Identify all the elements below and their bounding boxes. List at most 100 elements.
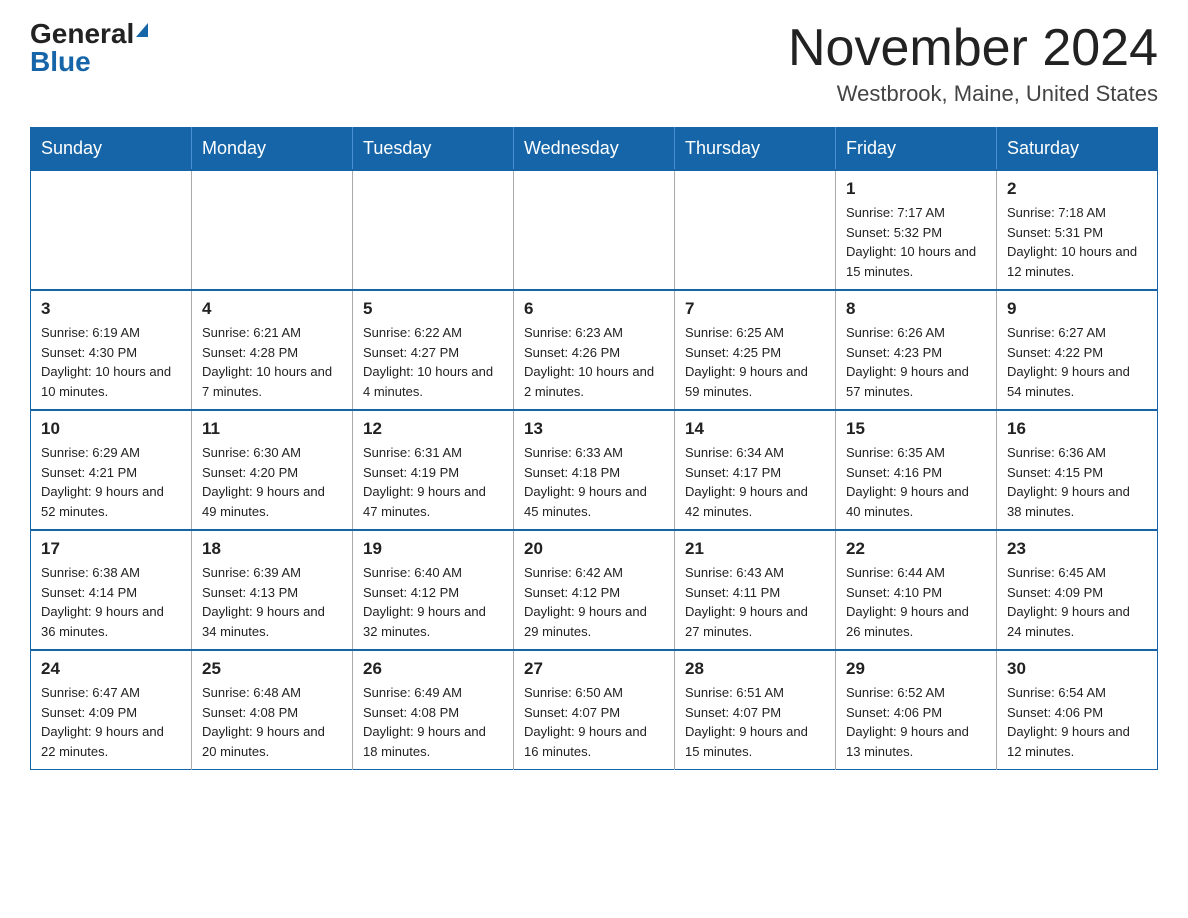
calendar-week-2: 3 Sunrise: 6:19 AMSunset: 4:30 PMDaylight… — [31, 290, 1158, 410]
calendar-cell: 16 Sunrise: 6:36 AMSunset: 4:15 PMDayligh… — [997, 410, 1158, 530]
weekday-header-tuesday: Tuesday — [353, 128, 514, 171]
day-info: Sunrise: 6:26 AMSunset: 4:23 PMDaylight:… — [846, 323, 986, 401]
calendar-cell — [675, 170, 836, 290]
day-info: Sunrise: 6:52 AMSunset: 4:06 PMDaylight:… — [846, 683, 986, 761]
day-number: 18 — [202, 539, 342, 559]
day-info: Sunrise: 6:44 AMSunset: 4:10 PMDaylight:… — [846, 563, 986, 641]
day-info: Sunrise: 6:54 AMSunset: 4:06 PMDaylight:… — [1007, 683, 1147, 761]
day-info: Sunrise: 6:34 AMSunset: 4:17 PMDaylight:… — [685, 443, 825, 521]
day-info: Sunrise: 6:43 AMSunset: 4:11 PMDaylight:… — [685, 563, 825, 641]
calendar-cell: 15 Sunrise: 6:35 AMSunset: 4:16 PMDayligh… — [836, 410, 997, 530]
calendar-week-1: 1 Sunrise: 7:17 AMSunset: 5:32 PMDaylight… — [31, 170, 1158, 290]
day-number: 26 — [363, 659, 503, 679]
day-info: Sunrise: 6:48 AMSunset: 4:08 PMDaylight:… — [202, 683, 342, 761]
logo-blue-text: Blue — [30, 48, 91, 76]
day-number: 22 — [846, 539, 986, 559]
weekday-header-sunday: Sunday — [31, 128, 192, 171]
day-number: 30 — [1007, 659, 1147, 679]
day-number: 4 — [202, 299, 342, 319]
day-info: Sunrise: 6:42 AMSunset: 4:12 PMDaylight:… — [524, 563, 664, 641]
calendar-cell: 13Sunrise: 6:33 AMSunset: 4:18 PMDayligh… — [514, 410, 675, 530]
calendar-cell — [31, 170, 192, 290]
logo: General Blue — [30, 20, 148, 76]
calendar-cell: 29 Sunrise: 6:52 AMSunset: 4:06 PMDayligh… — [836, 650, 997, 770]
day-number: 17 — [41, 539, 181, 559]
calendar-cell: 19 Sunrise: 6:40 AMSunset: 4:12 PMDayligh… — [353, 530, 514, 650]
day-info: Sunrise: 6:50 AMSunset: 4:07 PMDaylight:… — [524, 683, 664, 761]
day-info: Sunrise: 6:35 AMSunset: 4:16 PMDaylight:… — [846, 443, 986, 521]
calendar-cell: 14 Sunrise: 6:34 AMSunset: 4:17 PMDayligh… — [675, 410, 836, 530]
calendar-cell: 11 Sunrise: 6:30 AMSunset: 4:20 PMDayligh… — [192, 410, 353, 530]
page-header: General Blue November 2024 Westbrook, Ma… — [30, 20, 1158, 107]
day-number: 12 — [363, 419, 503, 439]
calendar-cell: 30 Sunrise: 6:54 AMSunset: 4:06 PMDayligh… — [997, 650, 1158, 770]
day-number: 28 — [685, 659, 825, 679]
day-info: Sunrise: 6:19 AMSunset: 4:30 PMDaylight:… — [41, 323, 181, 401]
day-info: Sunrise: 6:22 AMSunset: 4:27 PMDaylight:… — [363, 323, 503, 401]
day-info: Sunrise: 6:38 AMSunset: 4:14 PMDaylight:… — [41, 563, 181, 641]
day-number: 14 — [685, 419, 825, 439]
day-number: 20 — [524, 539, 664, 559]
calendar-cell: 24Sunrise: 6:47 AMSunset: 4:09 PMDayligh… — [31, 650, 192, 770]
weekday-header-saturday: Saturday — [997, 128, 1158, 171]
calendar-cell: 20 Sunrise: 6:42 AMSunset: 4:12 PMDayligh… — [514, 530, 675, 650]
weekday-header-row: SundayMondayTuesdayWednesdayThursdayFrid… — [31, 128, 1158, 171]
day-info: Sunrise: 6:47 AMSunset: 4:09 PMDaylight:… — [41, 683, 181, 761]
day-number: 27 — [524, 659, 664, 679]
calendar-cell: 21 Sunrise: 6:43 AMSunset: 4:11 PMDayligh… — [675, 530, 836, 650]
day-info: Sunrise: 6:40 AMSunset: 4:12 PMDaylight:… — [363, 563, 503, 641]
day-number: 11 — [202, 419, 342, 439]
logo-triangle-icon — [136, 23, 148, 37]
day-info: Sunrise: 6:39 AMSunset: 4:13 PMDaylight:… — [202, 563, 342, 641]
calendar-cell: 22 Sunrise: 6:44 AMSunset: 4:10 PMDayligh… — [836, 530, 997, 650]
calendar-cell: 28 Sunrise: 6:51 AMSunset: 4:07 PMDayligh… — [675, 650, 836, 770]
day-number: 1 — [846, 179, 986, 199]
calendar-cell: 8Sunrise: 6:26 AMSunset: 4:23 PMDaylight… — [836, 290, 997, 410]
calendar-cell: 9 Sunrise: 6:27 AMSunset: 4:22 PMDaylight… — [997, 290, 1158, 410]
calendar-cell: 5Sunrise: 6:22 AMSunset: 4:27 PMDaylight… — [353, 290, 514, 410]
day-number: 3 — [41, 299, 181, 319]
weekday-header-thursday: Thursday — [675, 128, 836, 171]
calendar-cell: 18 Sunrise: 6:39 AMSunset: 4:13 PMDayligh… — [192, 530, 353, 650]
day-number: 19 — [363, 539, 503, 559]
calendar-cell: 17 Sunrise: 6:38 AMSunset: 4:14 PMDayligh… — [31, 530, 192, 650]
calendar-cell: 2 Sunrise: 7:18 AMSunset: 5:31 PMDaylight… — [997, 170, 1158, 290]
calendar-body: 1 Sunrise: 7:17 AMSunset: 5:32 PMDaylight… — [31, 170, 1158, 770]
calendar-week-4: 17 Sunrise: 6:38 AMSunset: 4:14 PMDayligh… — [31, 530, 1158, 650]
day-number: 15 — [846, 419, 986, 439]
logo-general-text: General — [30, 20, 134, 48]
calendar-cell: 4Sunrise: 6:21 AMSunset: 4:28 PMDaylight… — [192, 290, 353, 410]
calendar-cell: 6Sunrise: 6:23 AMSunset: 4:26 PMDaylight… — [514, 290, 675, 410]
day-info: Sunrise: 6:49 AMSunset: 4:08 PMDaylight:… — [363, 683, 503, 761]
calendar-cell: 26 Sunrise: 6:49 AMSunset: 4:08 PMDayligh… — [353, 650, 514, 770]
calendar-cell: 7 Sunrise: 6:25 AMSunset: 4:25 PMDaylight… — [675, 290, 836, 410]
day-number: 7 — [685, 299, 825, 319]
month-title: November 2024 — [788, 20, 1158, 77]
day-number: 9 — [1007, 299, 1147, 319]
day-number: 2 — [1007, 179, 1147, 199]
day-number: 13 — [524, 419, 664, 439]
calendar-cell — [353, 170, 514, 290]
day-info: Sunrise: 6:36 AMSunset: 4:15 PMDaylight:… — [1007, 443, 1147, 521]
calendar-cell: 23Sunrise: 6:45 AMSunset: 4:09 PMDayligh… — [997, 530, 1158, 650]
calendar-cell: 3 Sunrise: 6:19 AMSunset: 4:30 PMDaylight… — [31, 290, 192, 410]
calendar-cell: 25 Sunrise: 6:48 AMSunset: 4:08 PMDayligh… — [192, 650, 353, 770]
day-number: 25 — [202, 659, 342, 679]
calendar-cell: 1 Sunrise: 7:17 AMSunset: 5:32 PMDaylight… — [836, 170, 997, 290]
calendar-cell — [514, 170, 675, 290]
calendar-table: SundayMondayTuesdayWednesdayThursdayFrid… — [30, 127, 1158, 770]
day-info: Sunrise: 7:17 AMSunset: 5:32 PMDaylight:… — [846, 203, 986, 281]
day-number: 23 — [1007, 539, 1147, 559]
location-title: Westbrook, Maine, United States — [788, 81, 1158, 107]
day-number: 16 — [1007, 419, 1147, 439]
day-info: Sunrise: 6:25 AMSunset: 4:25 PMDaylight:… — [685, 323, 825, 401]
calendar-cell: 10Sunrise: 6:29 AMSunset: 4:21 PMDayligh… — [31, 410, 192, 530]
day-info: Sunrise: 7:18 AMSunset: 5:31 PMDaylight:… — [1007, 203, 1147, 281]
calendar-week-3: 10Sunrise: 6:29 AMSunset: 4:21 PMDayligh… — [31, 410, 1158, 530]
day-number: 29 — [846, 659, 986, 679]
day-info: Sunrise: 6:30 AMSunset: 4:20 PMDaylight:… — [202, 443, 342, 521]
day-number: 21 — [685, 539, 825, 559]
day-info: Sunrise: 6:27 AMSunset: 4:22 PMDaylight:… — [1007, 323, 1147, 401]
day-info: Sunrise: 6:51 AMSunset: 4:07 PMDaylight:… — [685, 683, 825, 761]
calendar-cell: 12Sunrise: 6:31 AMSunset: 4:19 PMDayligh… — [353, 410, 514, 530]
